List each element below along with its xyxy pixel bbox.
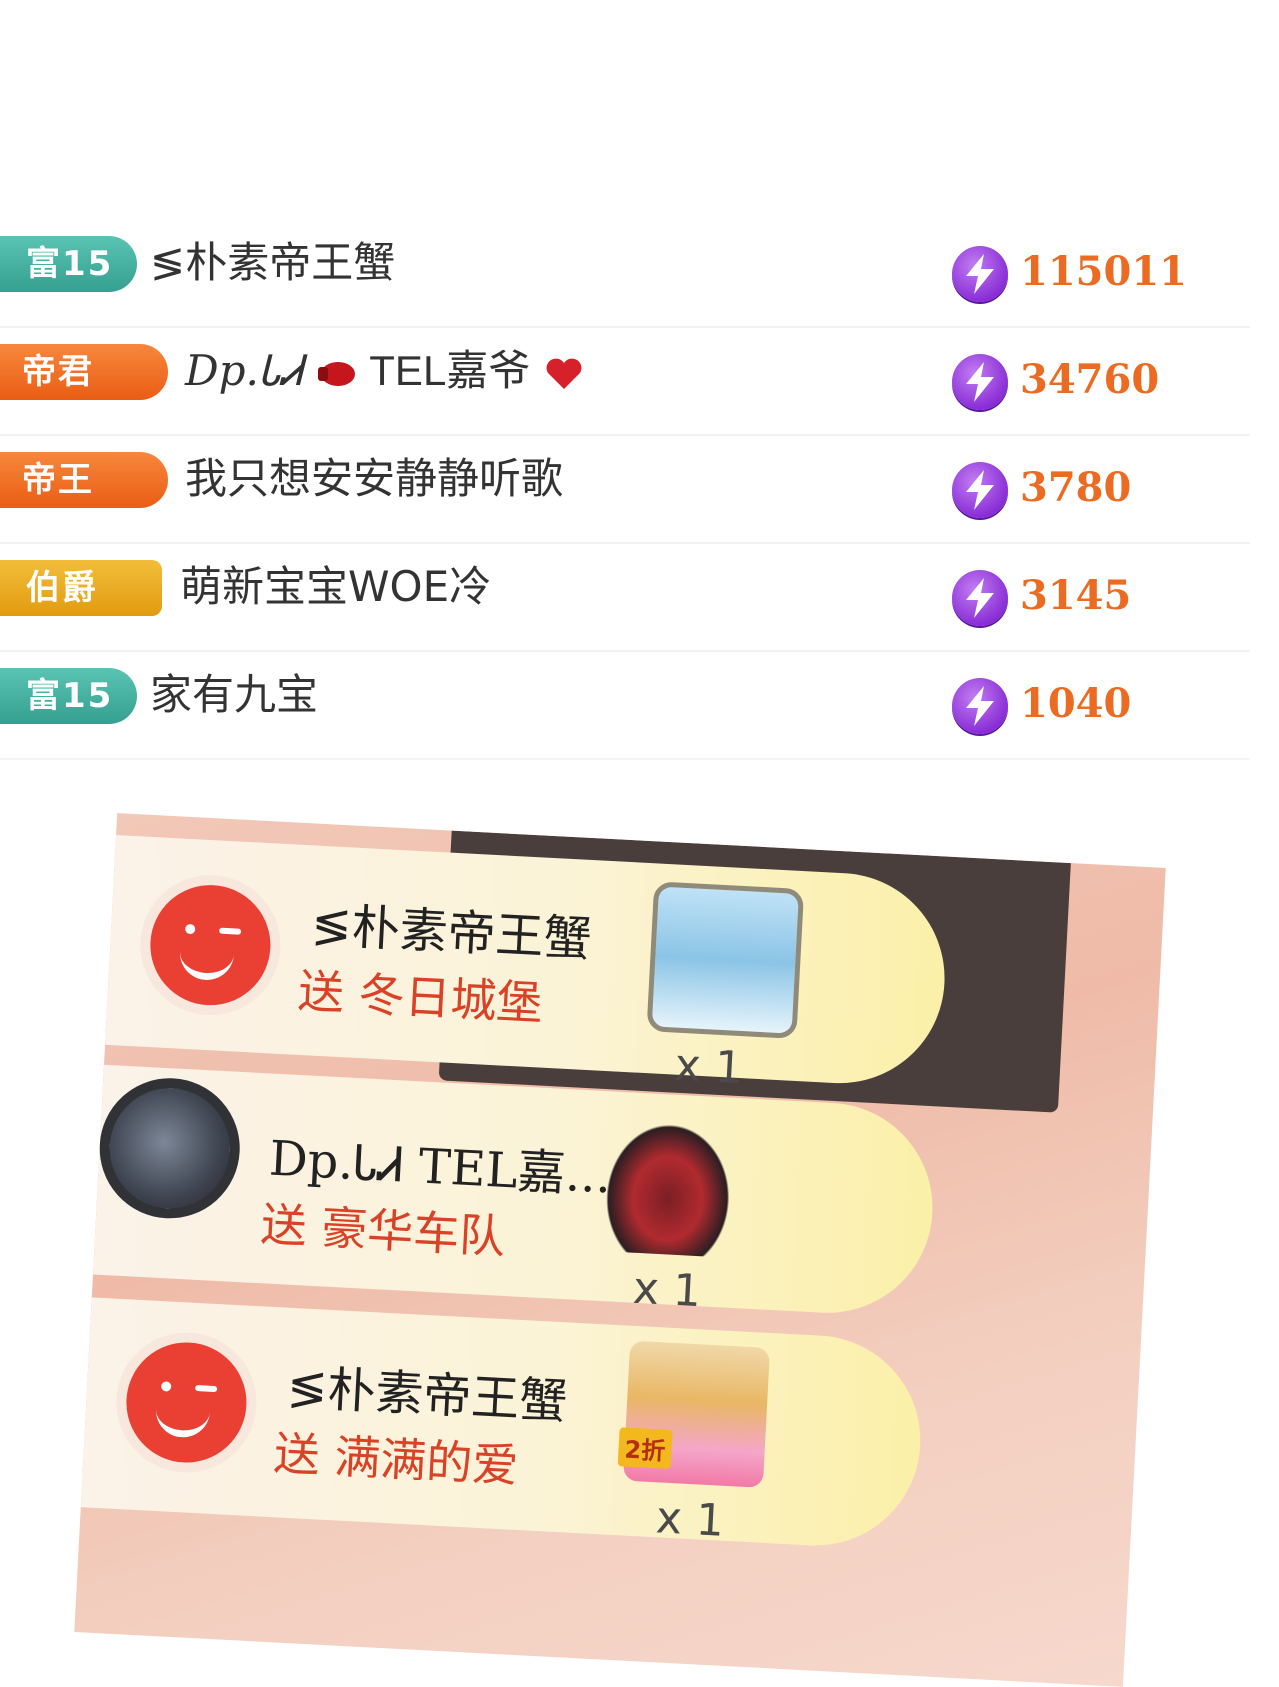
leaderboard-row[interactable]: 富15 家有九宝 1040 xyxy=(0,652,1250,760)
user-name-main: TEL嘉爷 xyxy=(369,347,531,394)
level-badge: 帝王 xyxy=(0,452,168,508)
gift-action: 送 豪华车队 xyxy=(259,1197,507,1264)
contribution-score: 1040 xyxy=(1020,680,1132,727)
lightning-coin-icon xyxy=(952,462,1008,518)
leaderboard-row[interactable]: 伯爵 萌新宝宝WOE冷 3145 xyxy=(0,544,1250,652)
gift-notification[interactable]: Dp.ᏓᏗ TEL嘉... 送 豪华车队 x 1 xyxy=(92,1064,938,1319)
discount-tag: 2折 xyxy=(617,1427,673,1469)
user-name: 萌新宝宝WOE冷 xyxy=(180,562,492,611)
gift-count: x 1 xyxy=(631,1262,703,1318)
heart-icon xyxy=(546,358,582,389)
gift-action: 送 满满的爱 xyxy=(272,1426,520,1493)
gift-notification[interactable]: ≶朴素帝王蟹 送 冬日城堡 x 1 xyxy=(105,835,950,1094)
leaderboard-row[interactable]: 帝君 Dp.ᏓᏗ TEL嘉爷 34760 xyxy=(0,328,1250,436)
contribution-score: 3145 xyxy=(1020,572,1132,619)
castle-gift-icon xyxy=(646,881,805,1039)
level-badge: 富15 xyxy=(0,236,137,292)
lightning-coin-icon xyxy=(952,354,1008,410)
smile-avatar-icon[interactable] xyxy=(136,871,284,1019)
smile-avatar-icon[interactable] xyxy=(112,1328,260,1477)
lightning-coin-icon xyxy=(952,570,1008,626)
gift-notification[interactable]: ≶朴素帝王蟹 送 满满的爱 2折 x 1 xyxy=(80,1297,926,1551)
contribution-score: 115011 xyxy=(1020,248,1187,295)
leaderboard-row[interactable]: 帝王 我只想安安静静听歌 3780 xyxy=(0,436,1250,544)
user-name: Dp.ᏓᏗ TEL嘉爷 xyxy=(185,338,584,404)
user-name: 我只想安安静静听歌 xyxy=(185,454,564,503)
lightning-coin-icon xyxy=(952,678,1008,734)
user-name: ≶朴素帝王蟹 xyxy=(150,238,396,287)
car-gift-icon xyxy=(594,1110,743,1259)
love-gift-icon: 2折 xyxy=(617,1340,771,1488)
level-badge: 富15 xyxy=(0,668,137,724)
contribution-score: 3780 xyxy=(1020,464,1132,511)
lightning-coin-icon xyxy=(952,246,1008,302)
contribution-score: 34760 xyxy=(1020,356,1160,403)
gift-action: 送 冬日城堡 xyxy=(296,963,544,1031)
gift-count: x 1 xyxy=(673,1039,745,1095)
user-name: 家有九宝 xyxy=(150,670,319,719)
user-name-prefix: Dp.ᏓᏗ xyxy=(185,346,303,395)
gift-count: x 1 xyxy=(654,1492,726,1547)
leaderboard-row[interactable]: 富15 ≶朴素帝王蟹 115011 xyxy=(0,220,1250,328)
gift-notification-panel: ≶朴素帝王蟹 送 冬日城堡 x 1 Dp.ᏓᏗ TEL嘉... 送 豪华车队 x… xyxy=(74,813,1166,1687)
boxing-glove-icon xyxy=(317,362,355,386)
user-photo-avatar[interactable] xyxy=(96,1074,244,1222)
level-badge: 帝君 xyxy=(0,344,168,400)
fan-leaderboard: 富15 ≶朴素帝王蟹 115011 帝君 Dp.ᏓᏗ TEL嘉爷 34760 帝… xyxy=(0,220,1250,760)
level-badge: 伯爵 xyxy=(0,560,162,616)
